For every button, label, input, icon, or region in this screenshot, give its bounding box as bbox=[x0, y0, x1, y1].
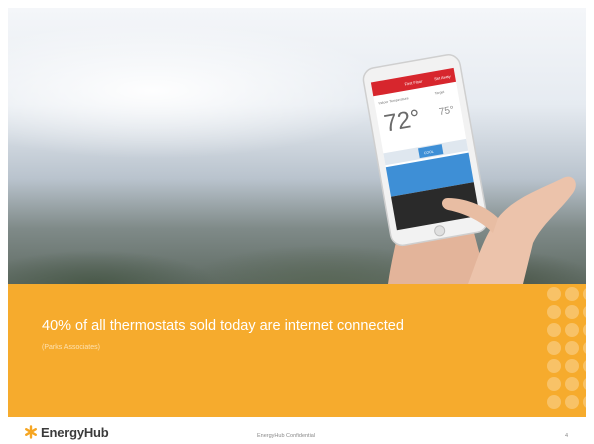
hero-photo: First Floor Set Away Indoor Temperature … bbox=[8, 8, 586, 284]
dot-pattern-decoration bbox=[547, 287, 586, 409]
slide-headline: 40% of all thermostats sold today are in… bbox=[42, 318, 404, 334]
slide-content: First Floor Set Away Indoor Temperature … bbox=[8, 8, 586, 417]
logo-text: EnergyHub bbox=[41, 424, 109, 440]
slide-source: (Parks Associates) bbox=[42, 344, 100, 351]
energyhub-logo: EnergyHub bbox=[24, 424, 109, 440]
page-number: 4 bbox=[565, 433, 569, 439]
slide: First Floor Set Away Indoor Temperature … bbox=[0, 0, 594, 444]
asterisk-logo-icon bbox=[25, 425, 38, 439]
hand-holding-phone-image: First Floor Set Away Indoor Temperature … bbox=[362, 54, 576, 284]
confidential-label: EnergyHub Confidential bbox=[257, 433, 316, 439]
phone-device: First Floor Set Away Indoor Temperature … bbox=[362, 54, 489, 247]
